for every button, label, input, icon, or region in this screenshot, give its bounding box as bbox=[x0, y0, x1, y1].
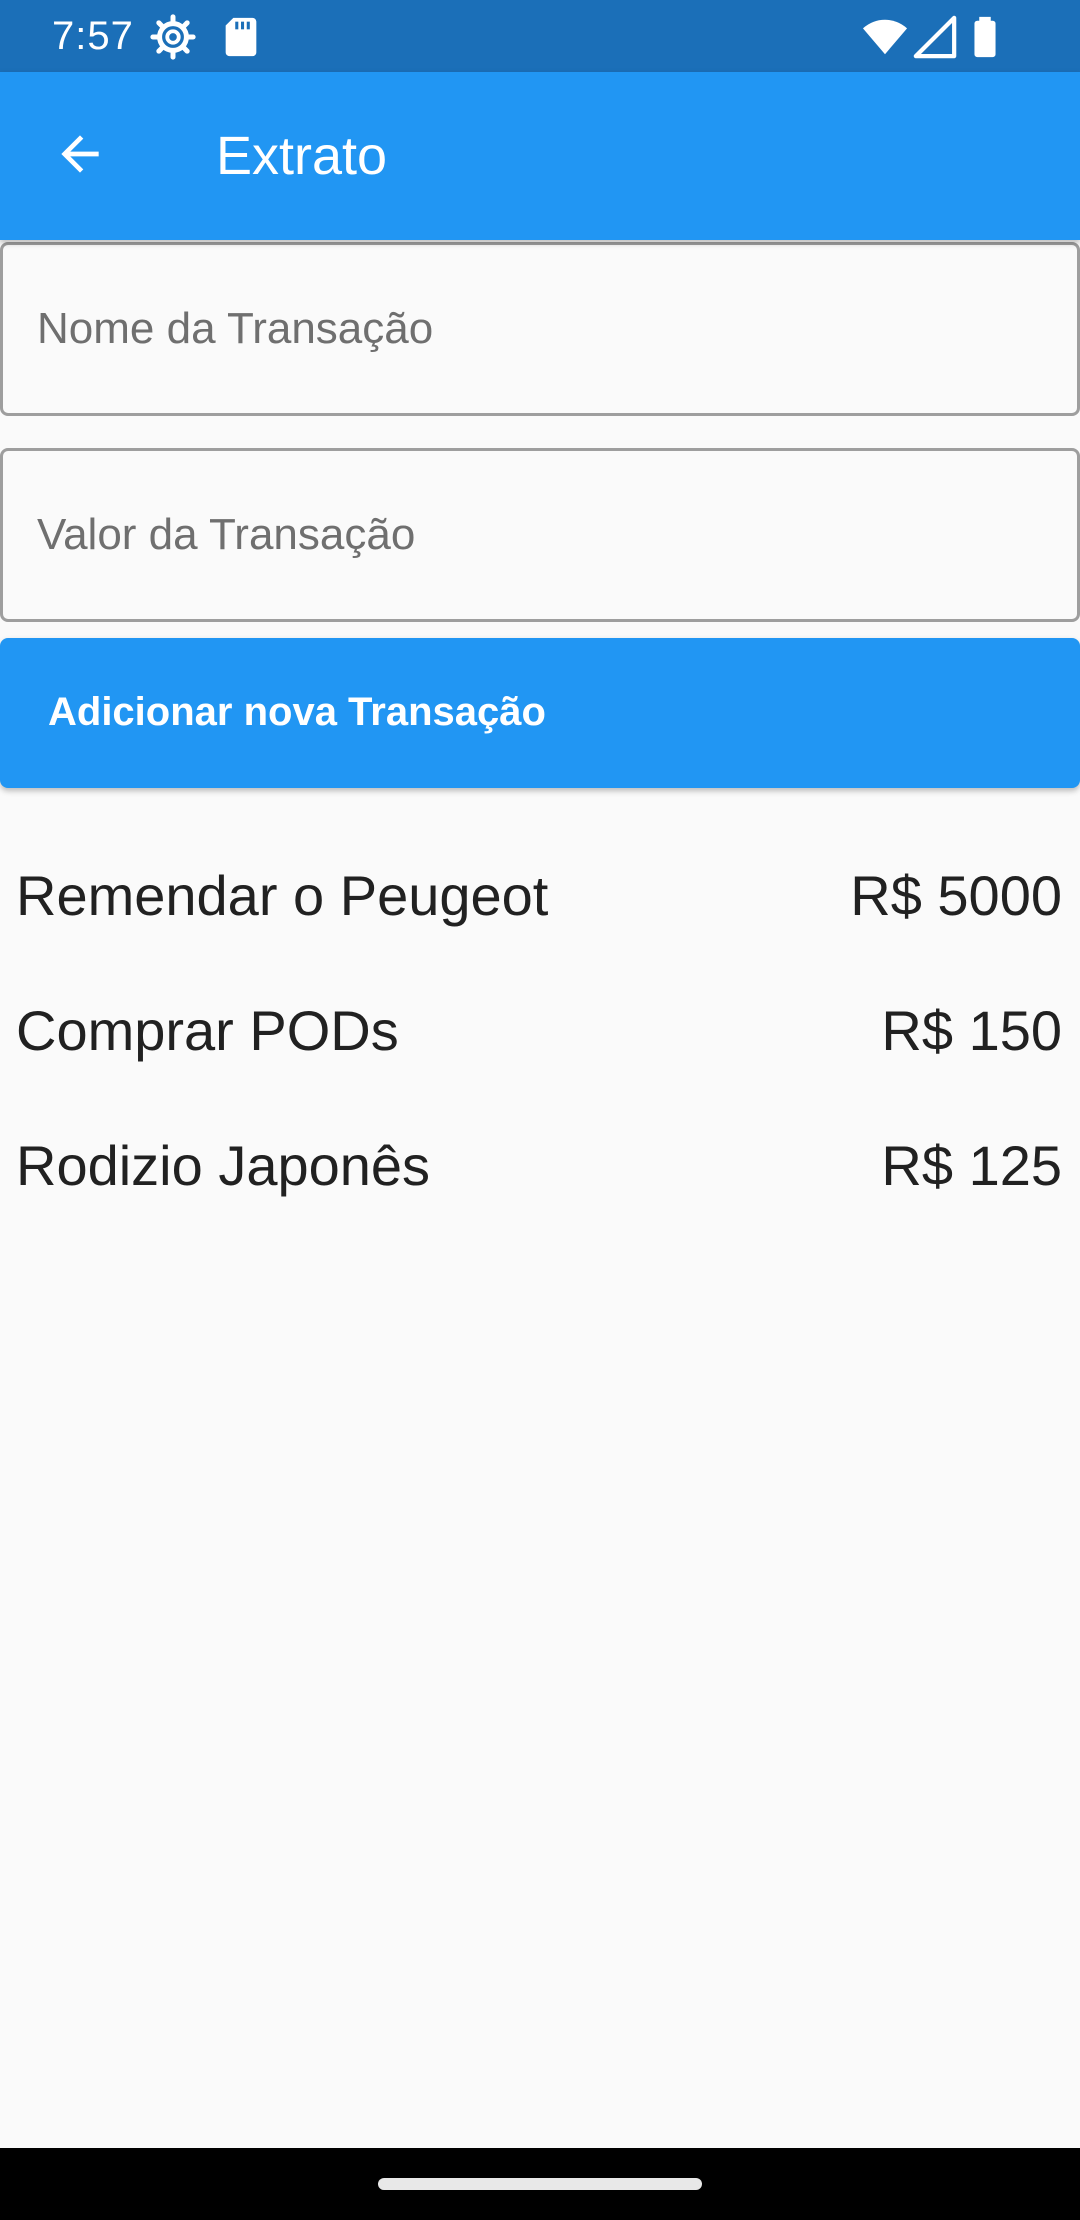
app-bar: Extrato bbox=[0, 72, 1080, 240]
transaction-value-input[interactable] bbox=[37, 451, 1037, 619]
cell-signal-icon bbox=[912, 14, 958, 60]
transaction-name: Comprar PODs bbox=[16, 999, 399, 1062]
wifi-icon bbox=[862, 14, 908, 60]
status-bar: 7:57 bbox=[0, 0, 1080, 72]
add-transaction-button-label: Adicionar nova Transação bbox=[48, 690, 546, 734]
settings-gear-icon bbox=[150, 14, 196, 60]
home-gesture-handle[interactable] bbox=[378, 2178, 702, 2190]
transaction-value: R$ 125 bbox=[881, 1134, 1062, 1197]
battery-icon bbox=[962, 14, 1008, 60]
transaction-value: R$ 150 bbox=[881, 999, 1062, 1062]
list-item: Comprar PODs R$ 150 bbox=[0, 975, 1080, 1110]
status-time: 7:57 bbox=[52, 14, 134, 58]
transaction-list: Remendar o Peugeot R$ 5000 Comprar PODs … bbox=[0, 840, 1080, 1245]
transaction-value-field[interactable] bbox=[0, 448, 1080, 622]
transaction-name: Rodizio Japonês bbox=[16, 1134, 431, 1197]
list-item: Remendar o Peugeot R$ 5000 bbox=[0, 840, 1080, 975]
screen: 7:57 Extrato Nome da Transação Valor da … bbox=[0, 0, 1080, 2220]
transaction-name: Remendar o Peugeot bbox=[16, 864, 549, 927]
arrow-back-icon bbox=[52, 126, 108, 187]
add-transaction-button[interactable]: Adicionar nova Transação bbox=[0, 638, 1080, 788]
navigation-bar bbox=[0, 2148, 1080, 2220]
list-item: Rodizio Japonês R$ 125 bbox=[0, 1110, 1080, 1245]
page-title: Extrato bbox=[216, 126, 388, 186]
transaction-name-field[interactable] bbox=[0, 242, 1080, 416]
transaction-name-input[interactable] bbox=[37, 245, 1037, 413]
transaction-value: R$ 5000 bbox=[850, 864, 1062, 927]
sd-card-icon bbox=[218, 14, 264, 60]
back-button[interactable] bbox=[40, 116, 120, 196]
